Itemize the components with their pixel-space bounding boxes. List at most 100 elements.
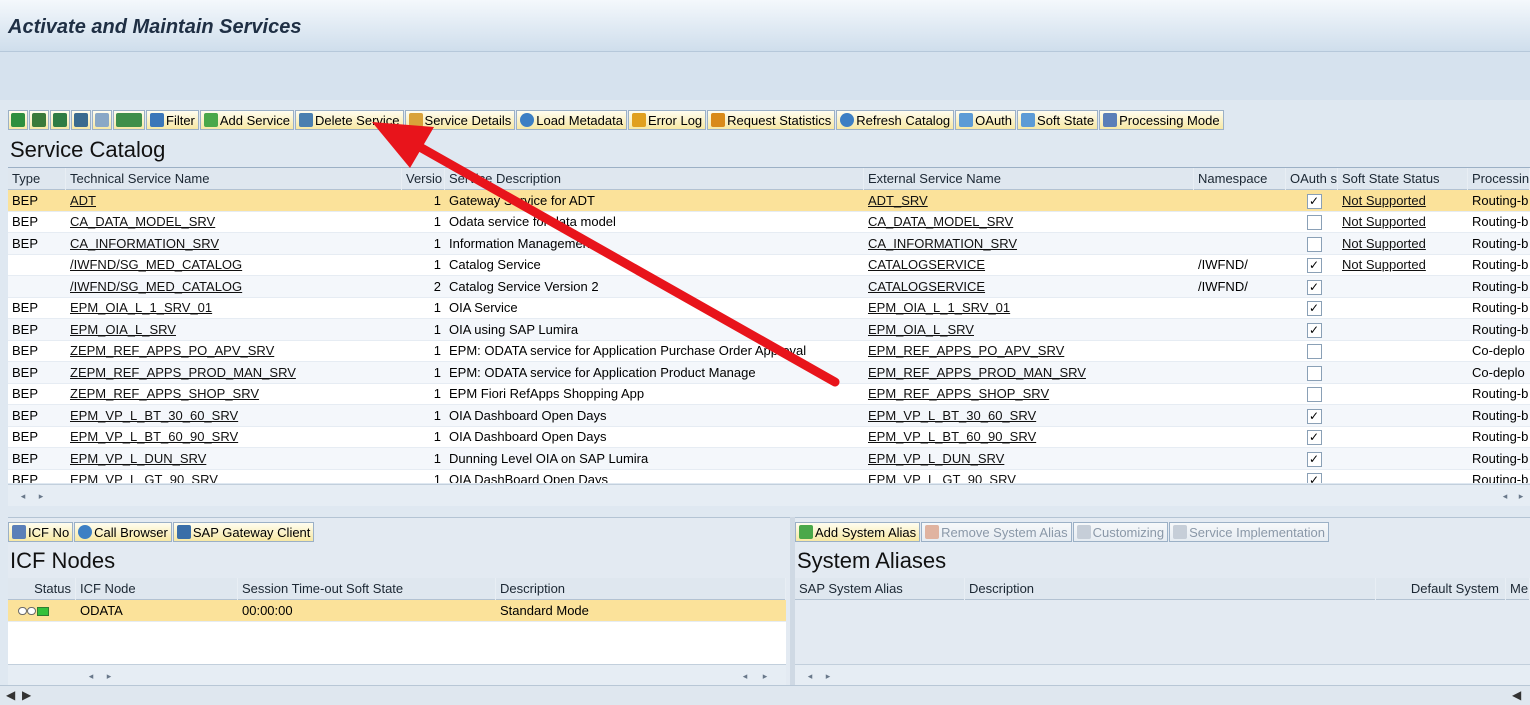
oauth-checkbox[interactable] bbox=[1306, 236, 1322, 252]
oauth-cell[interactable]: ✓ bbox=[1286, 297, 1338, 318]
col-session-timeout[interactable]: Session Time-out Soft State bbox=[238, 577, 496, 600]
col-icf-description[interactable]: Description bbox=[496, 577, 786, 600]
col-version[interactable]: Versio bbox=[402, 168, 445, 190]
alias-horizontal-scrollbar[interactable]: ◂ ▸ bbox=[795, 664, 1530, 686]
gateway-client-button[interactable]: SAP Gateway Client bbox=[172, 522, 315, 542]
remove-system-alias-button[interactable]: Remove System Alias bbox=[921, 522, 1072, 542]
technical-name-cell-text[interactable]: ZEPM_REF_APPS_PO_APV_SRV bbox=[70, 343, 274, 358]
col-technical-name[interactable]: Technical Service Name bbox=[66, 168, 402, 190]
icf-node-button[interactable]: ICF No bbox=[8, 522, 74, 542]
service-implementation-button[interactable]: Service Implementation bbox=[1169, 522, 1329, 542]
scroll-left-icon[interactable]: ◂ bbox=[1498, 489, 1512, 503]
scroll-right-icon[interactable]: ▸ bbox=[758, 669, 772, 683]
scroll-right-icon[interactable]: ▸ bbox=[1514, 489, 1528, 503]
table-row[interactable]: BEP EPM_VP_L_BT_30_60_SRV 1 OIA Dashboard O… bbox=[8, 405, 1530, 427]
external-name-cell-text[interactable]: EPM_VP_L_BT_30_60_SRV bbox=[868, 408, 1036, 423]
add-system-alias-button[interactable]: Add System Alias bbox=[795, 522, 921, 542]
oauth-checkbox[interactable]: ✓ bbox=[1306, 279, 1322, 295]
table-row[interactable]: ODATA 00:00:00 Standard Mode bbox=[8, 600, 786, 622]
col-description[interactable]: Service Description bbox=[445, 168, 864, 190]
technical-name-cell-text[interactable]: /IWFND/SG_MED_CATALOG bbox=[70, 257, 242, 272]
oauth-cell[interactable] bbox=[1286, 233, 1338, 254]
external-name-cell-text[interactable]: EPM_VP_L_BT_60_90_SRV bbox=[868, 429, 1036, 444]
col-alias-description[interactable]: Description bbox=[965, 577, 1376, 600]
external-name-cell-text[interactable]: EPM_VP_L_DUN_SRV bbox=[868, 451, 1004, 466]
technical-name-cell-text[interactable]: EPM_VP_L_GT_90_SRV bbox=[70, 472, 218, 483]
soft-state-cell-text[interactable]: Not Supported bbox=[1342, 193, 1426, 208]
oauth-checkbox[interactable]: ✓ bbox=[1306, 301, 1322, 317]
table-row[interactable]: /IWFND/SG_MED_CATALOG 1 Catalog Service CAT… bbox=[8, 254, 1530, 276]
scroll-right-icon[interactable]: ▶ bbox=[22, 688, 31, 702]
external-name-cell-text[interactable]: CA_INFORMATION_SRV bbox=[868, 236, 1017, 251]
request-statistics-button[interactable]: Request Statistics bbox=[707, 110, 836, 130]
print-button[interactable] bbox=[29, 110, 49, 130]
oauth-checkbox[interactable]: ✓ bbox=[1306, 193, 1322, 209]
oauth-cell[interactable]: ✓ bbox=[1286, 405, 1338, 426]
scroll-left-icon[interactable]: ◂ bbox=[84, 669, 98, 683]
table-row[interactable]: BEP EPM_OIA_L_1_SRV_01 1 OIA Service EPM_OIA… bbox=[8, 297, 1530, 319]
soft-state-cell-text[interactable]: Not Supported bbox=[1342, 236, 1426, 251]
oauth-cell[interactable]: ✓ bbox=[1286, 469, 1338, 483]
oauth-checkbox[interactable]: ✓ bbox=[1306, 408, 1322, 424]
oauth-checkbox[interactable]: ✓ bbox=[1306, 473, 1322, 483]
table-row[interactable]: BEP EPM_VP_L_DUN_SRV 1 Dunning Level OIA on… bbox=[8, 448, 1530, 470]
technical-name-cell-text[interactable]: EPM_OIA_L_1_SRV_01 bbox=[70, 300, 212, 315]
table-row[interactable]: BEP ZEPM_REF_APPS_PO_APV_SRV 1 EPM: ODATA s… bbox=[8, 340, 1530, 362]
col-oauth[interactable]: OAuth s bbox=[1286, 168, 1338, 190]
table-row[interactable]: BEP EPM_VP_L_GT_90_SRV 1 OIA DashBoard Open… bbox=[8, 469, 1530, 483]
col-system-alias[interactable]: SAP System Alias bbox=[795, 577, 965, 600]
external-name-cell-text[interactable]: EPM_OIA_L_SRV bbox=[868, 322, 974, 337]
oauth-cell[interactable] bbox=[1286, 362, 1338, 383]
external-name-cell-text[interactable]: CATALOGSERVICE bbox=[868, 257, 985, 272]
table-row[interactable]: BEP EPM_VP_L_BT_60_90_SRV 1 OIA Dashboard O… bbox=[8, 426, 1530, 448]
catalog-horizontal-scrollbar[interactable]: ◂ ▸ ◂ ▸ bbox=[8, 484, 1530, 506]
table-row[interactable]: BEP CA_INFORMATION_SRV 1 Information Manage… bbox=[8, 233, 1530, 255]
technical-name-cell-text[interactable]: EPM_OIA_L_SRV bbox=[70, 322, 176, 337]
icf-horizontal-scrollbar[interactable]: ◂ ▸ ◂ ▸ bbox=[8, 664, 786, 686]
table-row[interactable]: BEP CA_DATA_MODEL_SRV 1 Odata service for d… bbox=[8, 212, 1530, 233]
scroll-left-icon[interactable]: ◂ bbox=[803, 669, 817, 683]
scroll-right-icon[interactable]: ▸ bbox=[102, 669, 116, 683]
pane-splitter[interactable] bbox=[790, 517, 795, 685]
external-name-cell-text[interactable]: EPM_REF_APPS_SHOP_SRV bbox=[868, 386, 1049, 401]
col-status[interactable]: Status bbox=[8, 577, 76, 600]
oauth-cell[interactable]: ✓ bbox=[1286, 276, 1338, 297]
oauth-checkbox[interactable] bbox=[1306, 215, 1322, 231]
oauth-cell[interactable]: ✓ bbox=[1286, 190, 1338, 211]
oauth-checkbox[interactable]: ✓ bbox=[1306, 451, 1322, 467]
table-row[interactable]: BEP EPM_OIA_L_SRV 1 OIA using SAP Lumira EPM… bbox=[8, 319, 1530, 341]
scroll-left-icon[interactable]: ◀ bbox=[1512, 688, 1521, 702]
col-namespace[interactable]: Namespace bbox=[1194, 168, 1286, 190]
oauth-cell[interactable] bbox=[1286, 340, 1338, 361]
oauth-button[interactable]: OAuth bbox=[955, 110, 1017, 130]
oauth-checkbox[interactable]: ✓ bbox=[1306, 322, 1322, 338]
oauth-cell[interactable]: ✓ bbox=[1286, 319, 1338, 340]
sort-button[interactable] bbox=[50, 110, 70, 130]
technical-name-cell-text[interactable]: CA_DATA_MODEL_SRV bbox=[70, 214, 215, 229]
external-name-cell-text[interactable]: EPM_REF_APPS_PO_APV_SRV bbox=[868, 343, 1064, 358]
find-next-button[interactable] bbox=[92, 110, 112, 130]
table-row[interactable]: BEP ADT 1 Gateway Service for ADT ADT_SRV ✓ No… bbox=[8, 190, 1530, 212]
oauth-cell[interactable] bbox=[1286, 383, 1338, 404]
soft-state-button[interactable]: Soft State bbox=[1017, 110, 1099, 130]
oauth-cell[interactable]: ✓ bbox=[1286, 448, 1338, 469]
technical-name-cell-text[interactable]: ZEPM_REF_APPS_PROD_MAN_SRV bbox=[70, 365, 296, 380]
oauth-cell[interactable]: ✓ bbox=[1286, 254, 1338, 275]
find-button[interactable] bbox=[71, 110, 91, 130]
scroll-left-icon[interactable]: ◂ bbox=[738, 669, 752, 683]
oauth-checkbox[interactable]: ✓ bbox=[1306, 430, 1322, 446]
soft-state-cell-text[interactable]: Not Supported bbox=[1342, 257, 1426, 272]
col-type[interactable]: Type bbox=[8, 168, 66, 190]
refresh-catalog-button[interactable]: Refresh Catalog bbox=[836, 110, 955, 130]
col-soft-state[interactable]: Soft State Status bbox=[1338, 168, 1468, 190]
oauth-checkbox[interactable] bbox=[1306, 365, 1322, 381]
technical-name-cell-text[interactable]: EPM_VP_L_BT_60_90_SRV bbox=[70, 429, 238, 444]
col-method[interactable]: Me bbox=[1506, 577, 1530, 600]
oauth-cell[interactable]: ✓ bbox=[1286, 426, 1338, 447]
table-row[interactable]: BEP ZEPM_REF_APPS_SHOP_SRV 1 EPM Fiori RefA… bbox=[8, 383, 1530, 405]
col-default-system[interactable]: Default System bbox=[1376, 577, 1506, 600]
customizing-button[interactable]: Customizing bbox=[1072, 522, 1169, 542]
scroll-right-icon[interactable]: ▸ bbox=[821, 669, 835, 683]
service-details-button[interactable]: Service Details bbox=[404, 110, 516, 130]
call-browser-button[interactable]: Call Browser bbox=[74, 522, 172, 542]
